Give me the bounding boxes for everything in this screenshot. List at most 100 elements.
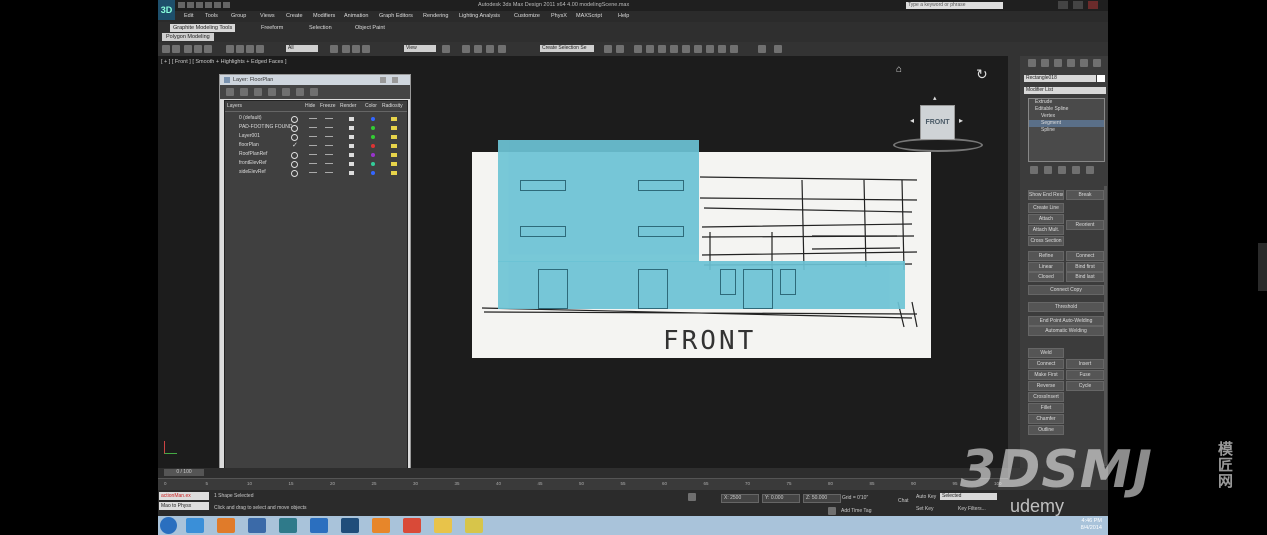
close-icon[interactable]: [392, 77, 398, 83]
object-name-field[interactable]: Rectangle018: [1024, 75, 1096, 82]
select-and-rotate-icon[interactable]: [352, 45, 360, 53]
auto-key-button[interactable]: Auto Key: [916, 494, 936, 500]
lock-selection-icon[interactable]: [688, 493, 696, 501]
percent-snap-icon[interactable]: [486, 45, 494, 53]
selection-filter-select[interactable]: All: [286, 45, 318, 52]
maximize-button[interactable]: [1073, 1, 1083, 9]
freeze-toggle-icon[interactable]: [309, 118, 317, 119]
layer-row[interactable]: frontElevRef: [225, 160, 407, 168]
layer-row[interactable]: PAD-FOOTING FOUND: [225, 124, 407, 132]
tab-selection[interactable]: Selection: [306, 24, 335, 32]
freeze-all-icon[interactable]: [310, 88, 318, 96]
object-color-swatch[interactable]: [1097, 75, 1105, 82]
rendered-frame-icon[interactable]: [706, 45, 714, 53]
hide-toggle-icon[interactable]: [291, 161, 298, 168]
show-end-result-icon[interactable]: [1044, 166, 1052, 174]
hide-toggle-icon[interactable]: [291, 116, 298, 123]
radiosity-toggle-icon[interactable]: [391, 162, 397, 166]
render-setup-icon[interactable]: [694, 45, 702, 53]
col-layers[interactable]: Layers: [227, 103, 242, 109]
close-button[interactable]: [1088, 1, 1098, 9]
cycle-button[interactable]: Cycle: [1066, 381, 1104, 391]
dialog-title-bar[interactable]: Layer: FloorPlan: [220, 75, 410, 85]
radiosity-toggle-icon[interactable]: [391, 117, 397, 121]
utilities-tab-icon[interactable]: [1093, 59, 1101, 67]
minimize-button[interactable]: [1058, 1, 1068, 9]
make-unique-icon[interactable]: [1058, 166, 1066, 174]
maxscript-listener[interactable]: actionMan.ex: [159, 492, 209, 500]
y-coordinate[interactable]: Y: 0.000: [762, 494, 800, 503]
menu-create[interactable]: Create: [286, 13, 303, 19]
render-toggle-icon[interactable]: [349, 144, 354, 148]
radiosity-toggle-icon[interactable]: [391, 153, 397, 157]
undo-icon[interactable]: [162, 45, 170, 53]
hide-toggle-icon[interactable]: [291, 170, 298, 177]
col-render[interactable]: Render: [340, 103, 356, 109]
layer-color-swatch[interactable]: [371, 153, 375, 157]
hide-all-icon[interactable]: [296, 88, 304, 96]
pin-stack-icon[interactable]: [1030, 166, 1038, 174]
align-icon[interactable]: [616, 45, 624, 53]
reference-coordinate-select[interactable]: View: [404, 45, 436, 52]
layer-row[interactable]: floorPlan ✓: [225, 142, 407, 150]
freeze-toggle-icon[interactable]: [325, 127, 333, 128]
freeze-toggle-icon[interactable]: [309, 127, 317, 128]
show-end-button[interactable]: Show End Result: [1028, 190, 1064, 200]
radiosity-toggle-icon[interactable]: [391, 171, 397, 175]
modify-tab-icon[interactable]: [1041, 59, 1049, 67]
chrome-icon[interactable]: [403, 518, 421, 533]
menu-help[interactable]: Help: [618, 13, 629, 19]
render-toggle-icon[interactable]: [349, 153, 354, 157]
viewcube-right-arrow-icon[interactable]: ▸: [959, 116, 963, 125]
threshold-spinner[interactable]: Threshold: [1028, 302, 1104, 312]
stack-item[interactable]: Spline: [1029, 127, 1104, 134]
freeze-toggle-icon[interactable]: [309, 163, 317, 164]
tab-object-paint[interactable]: Object Paint: [352, 24, 388, 32]
rotate-view-icon[interactable]: ↻: [976, 66, 988, 83]
named-selection-set-select[interactable]: Create Selection Se: [540, 45, 594, 52]
render-toggle-icon[interactable]: [349, 171, 354, 175]
help-icon[interactable]: [380, 77, 386, 83]
break-button[interactable]: Break: [1066, 190, 1104, 200]
make-first-button[interactable]: Make First: [1028, 370, 1064, 380]
search-input[interactable]: Type a keyword or phrase: [906, 2, 1003, 9]
layer-color-swatch[interactable]: [371, 126, 375, 130]
freeze-toggle-icon[interactable]: [325, 154, 333, 155]
layer-row[interactable]: Layer001: [225, 133, 407, 141]
bind-last-checkbox[interactable]: Bind last: [1066, 272, 1104, 282]
window-crossing-icon[interactable]: [256, 45, 264, 53]
radiosity-toggle-icon[interactable]: [391, 135, 397, 139]
system-clock[interactable]: 4:46 PM 8/4/2014: [1081, 518, 1102, 532]
active-shade-icon[interactable]: [758, 45, 766, 53]
photoshop-icon[interactable]: [341, 518, 359, 533]
viewcube-left-arrow-icon[interactable]: ◂: [910, 116, 914, 125]
menu-lighting-analysis[interactable]: Lighting Analysis: [459, 13, 500, 19]
graphite-toggle-icon[interactable]: [646, 45, 654, 53]
select-and-link-icon[interactable]: [330, 45, 338, 53]
menu-rendering[interactable]: Rendering: [423, 13, 448, 19]
hide-toggle-icon[interactable]: [291, 134, 298, 141]
create-tab-icon[interactable]: [1028, 59, 1036, 67]
col-hide[interactable]: Hide: [305, 103, 315, 109]
render-toggle-icon[interactable]: [349, 126, 354, 130]
col-color[interactable]: Color: [365, 103, 377, 109]
hide-toggle-icon[interactable]: [291, 152, 298, 159]
freeze-toggle-icon[interactable]: [325, 163, 333, 164]
curve-editor-icon[interactable]: [658, 45, 666, 53]
stack-item[interactable]: Editable Spline: [1029, 106, 1104, 113]
key-filters-button[interactable]: Key Filters...: [958, 506, 986, 512]
tab-freeform[interactable]: Freeform: [258, 24, 286, 32]
active-layer-check-icon[interactable]: ✓: [292, 141, 298, 149]
radiosity-toggle-icon[interactable]: [391, 144, 397, 148]
render-production-icon[interactable]: [718, 45, 726, 53]
menu-animation[interactable]: Animation: [344, 13, 368, 19]
redo-icon[interactable]: [172, 45, 180, 53]
modifier-list-select[interactable]: Modifier List: [1024, 87, 1106, 94]
menu-customize[interactable]: Customize: [514, 13, 540, 19]
3dsmax-icon[interactable]: [279, 518, 297, 533]
viewcube[interactable]: FRONT: [920, 105, 955, 140]
layer-row[interactable]: RoofPlanRef: [225, 151, 407, 159]
freeze-toggle-icon[interactable]: [309, 136, 317, 137]
connect-button[interactable]: Connect: [1028, 359, 1064, 369]
radiosity-toggle-icon[interactable]: [391, 126, 397, 130]
